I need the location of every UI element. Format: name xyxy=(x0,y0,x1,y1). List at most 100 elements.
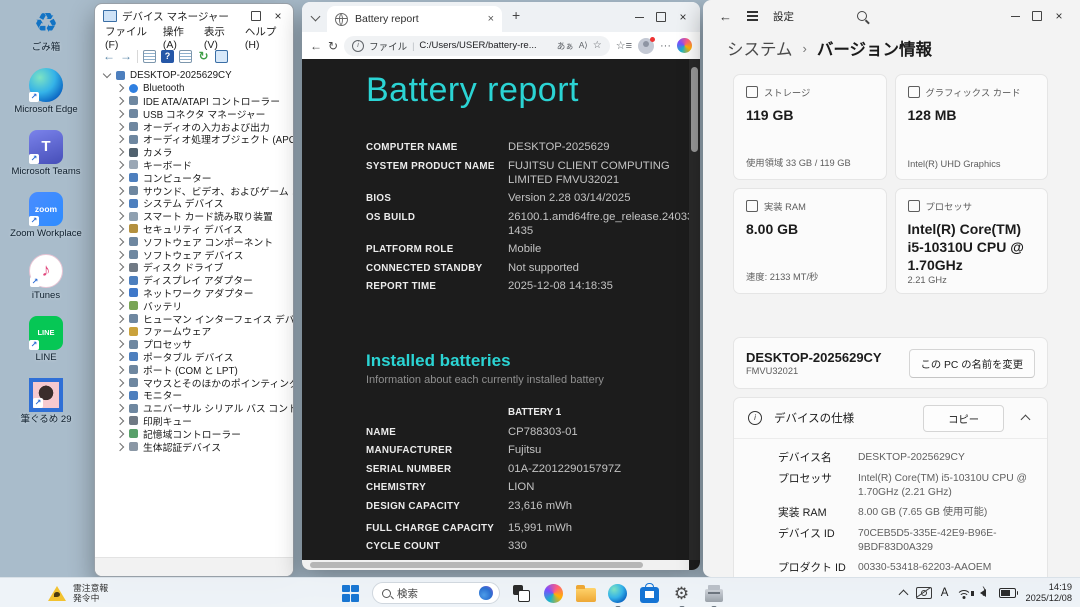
show-list-icon[interactable] xyxy=(143,49,156,63)
tree-item[interactable]: オーディオの入力および出力 xyxy=(101,120,291,134)
copy-button[interactable]: コピー xyxy=(923,404,1004,432)
tree-item[interactable]: コンピューター xyxy=(101,171,291,185)
computer-toolbar-icon[interactable] xyxy=(215,49,228,63)
close-button[interactable]: × xyxy=(267,7,289,25)
tree-item[interactable]: ソフトウェア デバイス xyxy=(101,248,291,262)
tree-item[interactable]: ファームウェア xyxy=(101,325,291,338)
tree-item[interactable]: モニター xyxy=(101,389,291,402)
tree-item[interactable]: ディスプレイ アダプター xyxy=(101,274,291,287)
tree-item[interactable]: 印刷キュー xyxy=(101,415,291,428)
hamburger-menu-icon[interactable] xyxy=(747,11,758,21)
tree-item[interactable]: サウンド、ビデオ、およびゲーム コントローラー xyxy=(101,184,293,198)
favorite-star-icon[interactable]: ☆ xyxy=(593,40,602,51)
spec-summary-card[interactable]: グラフィックス カード 128 MB Intel(R) UHD Graphics xyxy=(894,74,1048,180)
tree-item[interactable]: ユニバーサル シリアル バス コントローラー xyxy=(101,402,293,415)
device-manager-button[interactable] xyxy=(703,583,724,607)
tree-item[interactable]: プロセッサ xyxy=(101,338,291,351)
file-explorer-button[interactable] xyxy=(575,583,596,604)
tab-search-chevron-icon[interactable] xyxy=(310,11,321,21)
start-button[interactable] xyxy=(340,583,361,604)
spec-summary-card[interactable]: 実装 RAM 8.00 GB 速度: 2133 MT/秒 xyxy=(733,188,887,294)
tree-item[interactable]: USB コネクタ マネージャー xyxy=(101,107,291,121)
settings-button[interactable]: ⚙ xyxy=(671,583,692,607)
help-icon[interactable]: ? xyxy=(161,49,174,63)
desktop-shortcut[interactable]: ↗ Microsoft Edge xyxy=(6,67,86,116)
refresh-icon[interactable]: ↻ xyxy=(328,39,338,53)
tree-item[interactable]: IDE ATA/ATAPI コントローラー xyxy=(101,95,291,108)
scan-hardware-icon[interactable]: ↻ xyxy=(197,49,210,63)
tree-item[interactable]: ディスク ドライブ xyxy=(101,261,291,274)
tree-item[interactable]: ポータブル デバイス xyxy=(101,351,291,364)
tree-item[interactable]: ネットワーク アダプター xyxy=(101,287,291,300)
minimize-button[interactable] xyxy=(628,8,650,26)
tree-item[interactable]: オーディオ処理オブジェクト (APO) xyxy=(101,133,293,146)
desktop-shortcut[interactable]: T ↗ Microsoft Teams xyxy=(6,129,86,178)
address-bar[interactable]: i ファイル | C:/Users/USER/battery-re... あぁ … xyxy=(344,35,610,56)
copilot-icon[interactable] xyxy=(677,38,692,53)
camera-off-icon[interactable] xyxy=(915,587,932,599)
task-view-button[interactable] xyxy=(511,583,532,604)
maximize-button[interactable] xyxy=(1026,7,1048,25)
profile-avatar[interactable] xyxy=(638,36,655,54)
close-button[interactable]: × xyxy=(672,8,694,26)
properties-icon[interactable] xyxy=(179,49,192,63)
back-icon[interactable]: ← xyxy=(103,50,115,62)
desktop-shortcut[interactable]: ↗ 筆ぐるめ 29 xyxy=(6,377,86,426)
translate-icon[interactable]: あぁ xyxy=(557,40,574,52)
desktop-shortcut[interactable]: ♻ ごみ箱 xyxy=(6,6,86,54)
weather-warning[interactable]: 雷注意報 発令中 xyxy=(48,583,108,603)
tree-root-item[interactable]: DESKTOP-2025629CY xyxy=(101,69,291,82)
back-icon[interactable]: ← xyxy=(310,39,322,53)
vertical-scrollbar[interactable] xyxy=(689,59,700,560)
read-aloud-icon[interactable]: A⟩ xyxy=(579,40,588,51)
tree-item[interactable]: セキュリティ デバイス xyxy=(101,223,291,236)
wifi-icon[interactable] xyxy=(956,588,972,599)
desktop-shortcut[interactable]: LINE ↗ LINE xyxy=(6,315,86,364)
tree-item[interactable]: キーボード xyxy=(101,159,291,172)
tree-item[interactable]: カメラ xyxy=(101,146,291,159)
breadcrumb-system[interactable]: システム xyxy=(727,36,793,60)
copilot-button[interactable] xyxy=(543,583,564,604)
hidden-icons-chevron[interactable] xyxy=(898,589,909,600)
tree-item[interactable]: システム デバイス xyxy=(101,197,291,210)
microsoft-store-button[interactable] xyxy=(639,582,660,604)
desktop-shortcut[interactable]: ♪ ↗ iTunes xyxy=(6,253,86,302)
spec-summary-card[interactable]: プロセッサ Intel(R) Core(TM) i5-10310U CPU @ 1… xyxy=(894,188,1048,294)
url-text[interactable]: C:/Users/USER/battery-re... xyxy=(419,40,551,51)
battery-icon[interactable] xyxy=(999,588,1019,598)
back-icon[interactable]: ← xyxy=(719,9,732,24)
minimize-button[interactable] xyxy=(1004,7,1026,25)
settings-titlebar[interactable]: ← 設定 × xyxy=(703,0,1080,32)
browser-tab[interactable]: Battery report × xyxy=(327,6,502,32)
spec-summary-card[interactable]: ストレージ 119 GB 使用領域 33 GB / 119 GB xyxy=(733,74,887,180)
volume-icon[interactable] xyxy=(971,586,987,597)
horizontal-scrollbar[interactable] xyxy=(302,560,689,570)
new-tab-button[interactable]: + xyxy=(512,7,520,23)
maximize-button[interactable] xyxy=(245,7,267,25)
rename-pc-button[interactable]: この PC の名前を変更 xyxy=(908,348,1035,378)
favorites-icon[interactable]: ☆≡ xyxy=(616,39,632,52)
more-menu-icon[interactable]: ··· xyxy=(660,40,671,52)
tree-item[interactable]: ソフトウェア コンポーネント xyxy=(101,235,291,249)
taskbar-clock[interactable]: 14:19 2025/12/08 xyxy=(1025,582,1072,604)
tree-item[interactable]: 生体認証デバイス xyxy=(101,440,291,454)
ime-mode-indicator[interactable]: A xyxy=(941,587,949,599)
maximize-button[interactable] xyxy=(650,8,672,26)
page-info-icon[interactable]: i xyxy=(352,39,365,52)
tree-item[interactable]: ポート (COM と LPT) xyxy=(101,363,291,377)
forward-icon[interactable]: → xyxy=(120,50,132,62)
edge-button[interactable] xyxy=(607,583,628,607)
device-spec-header[interactable]: i デバイスの仕様 コピー xyxy=(734,398,1047,438)
tree-item[interactable]: 記憶域コントローラー xyxy=(101,427,291,441)
tree-item[interactable]: マウスとそのほかのポインティング デバイス xyxy=(101,376,293,390)
tree-item[interactable]: Bluetooth xyxy=(101,82,291,95)
tab-close-icon[interactable]: × xyxy=(488,13,494,25)
chevron-up-icon[interactable] xyxy=(1020,414,1031,425)
search-icon[interactable] xyxy=(857,11,867,21)
taskbar-search[interactable]: 検索 xyxy=(372,582,500,604)
tree-item[interactable]: ヒューマン インターフェイス デバイス xyxy=(101,312,293,326)
close-button[interactable]: × xyxy=(1048,7,1070,25)
tree-item[interactable]: スマート カード読み取り装置 xyxy=(101,210,291,223)
tree-item[interactable]: バッテリ xyxy=(101,299,291,313)
desktop-shortcut[interactable]: zoom ↗ Zoom Workplace xyxy=(6,191,86,240)
